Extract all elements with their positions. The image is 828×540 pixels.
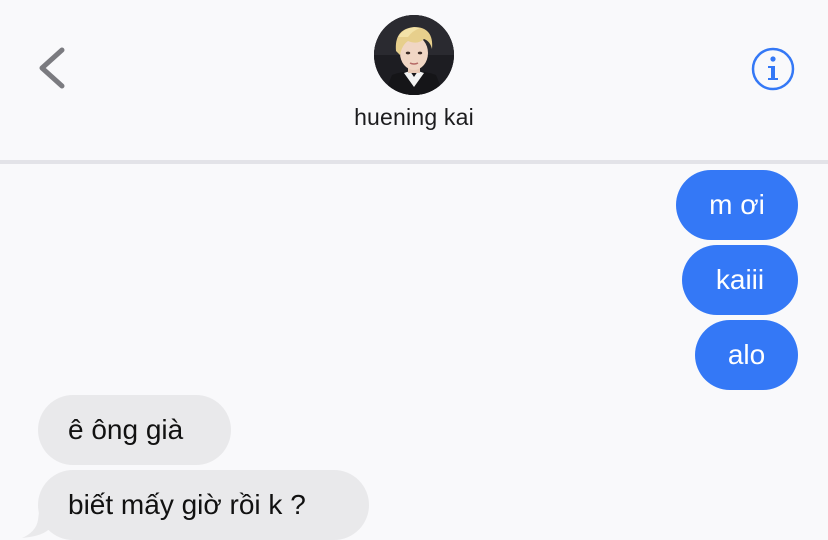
info-button[interactable] <box>750 46 796 92</box>
info-circle-icon <box>751 47 795 91</box>
conversation-header: huening kai <box>0 0 828 160</box>
avatar-photo <box>374 15 454 95</box>
message-bubble-sent[interactable]: alo <box>695 320 798 390</box>
message-bubble-sent[interactable]: m ơi <box>676 170 798 240</box>
chevron-left-icon <box>39 47 65 89</box>
contact-name[interactable]: huening kai <box>0 104 828 131</box>
received-bubble-tail <box>22 504 50 538</box>
message-bubble-sent[interactable]: kaiii <box>682 245 798 315</box>
message-thread: m ơi kaiii alo ê ông già biết mấy giờ rồ… <box>0 164 828 540</box>
message-bubble-received[interactable]: ê ông già <box>38 395 231 465</box>
contact-avatar[interactable] <box>374 15 454 95</box>
message-bubble-received[interactable]: biết mấy giờ rồi k ? <box>38 470 369 540</box>
back-button[interactable] <box>28 42 78 94</box>
